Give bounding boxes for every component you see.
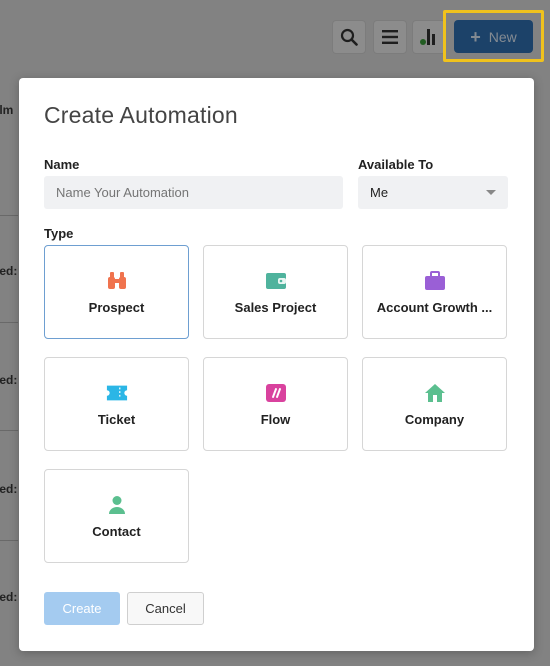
type-card-label: Account Growth ... (376, 299, 493, 315)
person-icon (106, 494, 128, 516)
briefcase-icon (424, 270, 446, 292)
type-card-label: Prospect (88, 299, 145, 315)
type-card-account-growth[interactable]: Account Growth ... (362, 245, 507, 339)
binoculars-icon (106, 270, 128, 292)
type-card-label: Company (404, 411, 465, 427)
flow-icon (265, 382, 287, 404)
type-card-ticket[interactable]: Ticket (44, 357, 189, 451)
type-card-company[interactable]: Company (362, 357, 507, 451)
type-card-sales-project[interactable]: Sales Project (203, 245, 348, 339)
wallet-icon (265, 270, 287, 292)
house-icon (424, 382, 446, 404)
modal-title: Create Automation (44, 102, 238, 128)
type-card-label: Sales Project (234, 299, 317, 315)
create-automation-modal: Create Automation Name Available To Me T… (19, 78, 534, 651)
available-to-label: Available To (358, 157, 434, 172)
type-card-contact[interactable]: Contact (44, 469, 189, 563)
type-label: Type (44, 226, 74, 241)
type-card-label: Contact (92, 523, 141, 539)
available-to-select[interactable]: Me (358, 176, 508, 209)
type-card-label: Flow (260, 411, 291, 427)
chevron-down-icon (486, 190, 496, 195)
available-to-value: Me (370, 185, 389, 200)
ticket-icon (106, 382, 128, 404)
create-button[interactable]: Create (44, 592, 120, 625)
type-card-prospect[interactable]: Prospect (44, 245, 189, 339)
type-card-flow[interactable]: Flow (203, 357, 348, 451)
cancel-button[interactable]: Cancel (127, 592, 204, 625)
type-card-label: Ticket (97, 411, 136, 427)
new-button-highlight (443, 10, 544, 62)
name-label: Name (44, 157, 80, 172)
name-input[interactable] (44, 176, 343, 209)
